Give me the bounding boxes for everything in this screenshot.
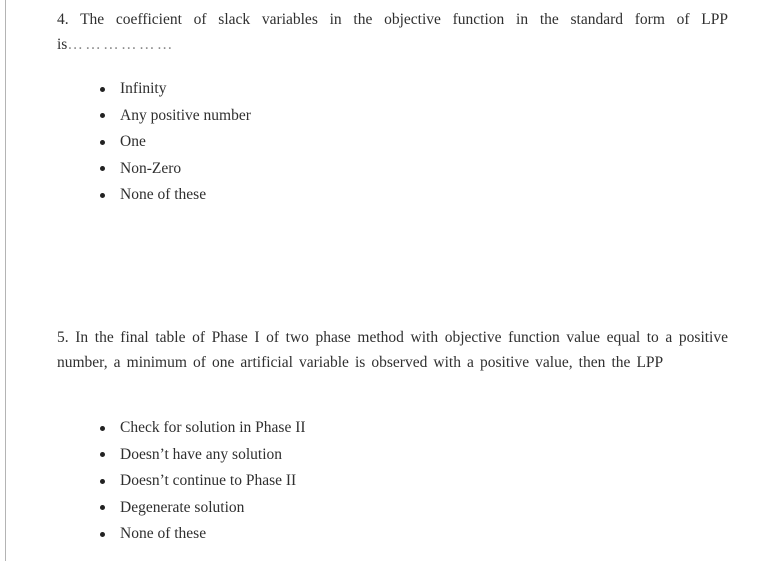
list-item[interactable]: Any positive number (57, 103, 728, 130)
list-item[interactable]: Infinity (57, 76, 728, 103)
bullet-icon (100, 86, 105, 92)
bullet-icon (100, 113, 105, 119)
option-label: None of these (120, 186, 207, 203)
list-item[interactable]: None of these (57, 182, 728, 209)
page-edge-artifact (5, 0, 6, 561)
option-label: Check for solution in Phase II (120, 419, 306, 436)
list-item[interactable]: Non-Zero (57, 156, 728, 183)
bullet-icon (100, 478, 105, 484)
question-stem-4: 4. The coefficient of slack variables in… (57, 7, 728, 57)
list-item[interactable]: Doesn’t have any solution (57, 442, 728, 469)
option-label: Degenerate solution (120, 498, 245, 516)
bullet-icon (100, 505, 105, 511)
bullet-icon (100, 531, 105, 537)
bullet-icon (100, 425, 105, 431)
option-label: Any positive number (120, 106, 251, 124)
fill-in-blank-4: ……………… (67, 36, 175, 53)
question-stem-5: 5. In the final table of Phase I of two … (57, 329, 728, 371)
option-label: Doesn’t continue to Phase II (120, 472, 297, 489)
bullet-icon (100, 166, 105, 172)
list-item[interactable]: Check for solution in Phase II (57, 415, 728, 442)
option-list-5: Check for solution in Phase II Doesn’t h… (57, 415, 728, 548)
question-block-4: 4. The coefficient of slack variables in… (57, 7, 728, 57)
question-block-5: 5. In the final table of Phase I of two … (57, 325, 728, 375)
bullet-icon (100, 192, 105, 198)
bullet-icon (100, 452, 105, 458)
option-label: One (120, 133, 146, 150)
list-item[interactable]: None of these (57, 521, 728, 548)
option-label: Doesn’t have any solution (120, 445, 283, 463)
option-label: Infinity (120, 80, 167, 97)
option-list-4: Infinity Any positive number One Non-Zer… (57, 76, 728, 209)
list-item[interactable]: Doesn’t continue to Phase II (57, 468, 728, 495)
option-label: None of these (120, 525, 207, 542)
option-label: Non-Zero (120, 159, 182, 177)
bullet-icon (100, 139, 105, 145)
document-page: 4. The coefficient of slack variables in… (0, 0, 784, 561)
list-item[interactable]: One (57, 129, 728, 156)
list-item[interactable]: Degenerate solution (57, 495, 728, 522)
